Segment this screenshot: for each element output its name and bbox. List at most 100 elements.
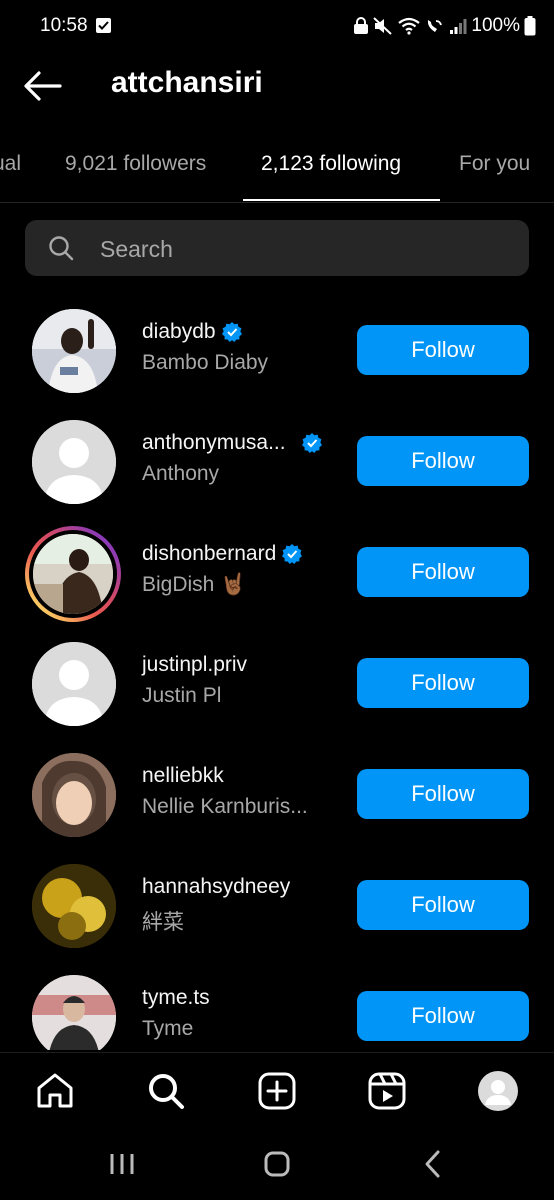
avatar-image: [32, 309, 116, 393]
profile-avatar-icon: [478, 1071, 518, 1111]
default-avatar-icon: [32, 420, 116, 504]
wifi-calling-icon: [428, 20, 443, 32]
avatar-photo-icon: [33, 534, 113, 614]
bottom-navigation: [0, 1052, 554, 1129]
home-circle-icon: [264, 1151, 290, 1177]
status-bar: 10:58 100%: [0, 0, 554, 56]
verified-badge-icon: [221, 322, 242, 342]
back-button[interactable]: [417, 1148, 449, 1180]
avatar[interactable]: [30, 418, 118, 506]
page-title: attchansiri: [111, 66, 263, 99]
username-text: dishonbernard: [142, 542, 277, 565]
list-item[interactable]: hannahsydneey 絆菜 Follow: [0, 853, 554, 953]
back-chevron-icon: [425, 1150, 440, 1178]
follow-button[interactable]: Follow: [357, 880, 529, 930]
list-item[interactable]: diabydb Bambo Diaby Follow: [0, 298, 554, 398]
avatar[interactable]: [30, 862, 118, 950]
reels-icon: [368, 1072, 406, 1110]
avatar-photo-icon: [32, 753, 116, 837]
verified-badge-icon: [282, 544, 303, 564]
follow-button[interactable]: Follow: [357, 436, 529, 486]
checkbox-notification-icon: [96, 18, 111, 33]
avatar-image: [29, 530, 117, 618]
list-item[interactable]: justinpl.priv Justin Pl Follow: [0, 631, 554, 731]
full-name: BigDish 🤘🏾: [142, 573, 247, 596]
search-bar[interactable]: [25, 220, 529, 278]
mute-icon: [373, 17, 393, 35]
active-tab-indicator: [243, 199, 440, 201]
system-navigation: [0, 1128, 554, 1200]
follow-button[interactable]: Follow: [357, 547, 529, 597]
username: hannahsydneey: [142, 875, 290, 899]
create-icon: [258, 1072, 296, 1110]
avatar-photo-icon: [32, 975, 116, 1050]
username: anthonymusa...: [142, 431, 322, 455]
screen: 10:58 100% attchansiri al 9,021 follower…: [0, 0, 554, 1200]
default-avatar-icon: [32, 642, 116, 726]
tab-followers[interactable]: 9,021 followers: [65, 152, 206, 176]
username-text: hannahsydneey: [142, 875, 291, 898]
nav-search[interactable]: [146, 1071, 186, 1111]
home-button[interactable]: [261, 1148, 293, 1180]
list-item[interactable]: dishonbernard BigDish 🤘🏾 Follow: [0, 520, 554, 622]
username: diabydb: [142, 320, 242, 344]
status-icons: 100%: [353, 15, 536, 37]
tab-mutual[interactable]: Mutual: [0, 152, 21, 176]
full-name: Bambo Diaby: [142, 351, 269, 374]
follow-button[interactable]: Follow: [357, 325, 529, 375]
recents-icon: [110, 1154, 134, 1174]
username: tyme.ts: [142, 986, 210, 1010]
avatar-story-ring[interactable]: [25, 526, 121, 622]
username-text: tyme.ts: [142, 986, 210, 1009]
tab-for-you[interactable]: For you: [459, 152, 530, 176]
nav-create[interactable]: [257, 1071, 297, 1111]
username: justinpl.priv: [142, 653, 247, 677]
nav-profile[interactable]: [478, 1071, 518, 1111]
avatar-image: [32, 975, 116, 1050]
full-name: Tyme: [142, 1017, 194, 1040]
avatar[interactable]: [30, 307, 118, 395]
following-list: diabydb Bambo Diaby Follow anthonymusa..…: [0, 298, 554, 1050]
avatar[interactable]: [30, 751, 118, 839]
signal-icon: [450, 19, 467, 34]
search-input[interactable]: [98, 220, 502, 278]
follow-button[interactable]: Follow: [357, 769, 529, 819]
avatar-image: [32, 753, 116, 837]
search-icon: [49, 236, 74, 261]
search-icon: [149, 1074, 184, 1109]
avatar[interactable]: [30, 973, 118, 1050]
tab-bar: Mutual 9,021 followers 2,123 following F…: [0, 130, 554, 203]
avatar-image: [32, 864, 116, 948]
lock-icon: [354, 17, 369, 34]
username-text: diabydb: [142, 320, 216, 343]
status-time: 10:58: [40, 15, 88, 36]
home-icon: [37, 1073, 73, 1108]
header: attchansiri: [0, 56, 554, 116]
username-text: nelliebkk: [142, 764, 224, 787]
username-text: anthonymusa...: [142, 431, 286, 454]
nav-reels[interactable]: [367, 1071, 407, 1111]
follow-button[interactable]: Follow: [357, 658, 529, 708]
avatar-photo-icon: [32, 864, 116, 948]
full-name: Nellie Karnburis...: [142, 795, 308, 818]
username: nelliebkk: [142, 764, 224, 788]
follow-button[interactable]: Follow: [357, 991, 529, 1041]
list-item[interactable]: tyme.ts Tyme Follow: [0, 964, 554, 1050]
list-item[interactable]: nelliebkk Nellie Karnburis... Follow: [0, 742, 554, 842]
battery-percent: 100%: [471, 15, 520, 36]
full-name: 絆菜: [142, 911, 184, 934]
verified-badge-icon: [301, 433, 322, 453]
tab-following[interactable]: 2,123 following: [261, 152, 401, 176]
back-arrow-button[interactable]: [22, 68, 62, 104]
username-text: justinpl.priv: [142, 653, 248, 676]
wifi-icon: [398, 17, 421, 35]
username: dishonbernard: [142, 542, 303, 566]
avatar-image: [32, 642, 116, 726]
nav-home[interactable]: [35, 1071, 75, 1111]
recents-button[interactable]: [106, 1148, 138, 1180]
avatar[interactable]: [30, 640, 118, 728]
list-item[interactable]: anthonymusa... Anthony Follow: [0, 409, 554, 509]
avatar-image: [32, 420, 116, 504]
avatar-photo-icon: [32, 309, 116, 393]
back-arrow-icon: [24, 71, 62, 101]
